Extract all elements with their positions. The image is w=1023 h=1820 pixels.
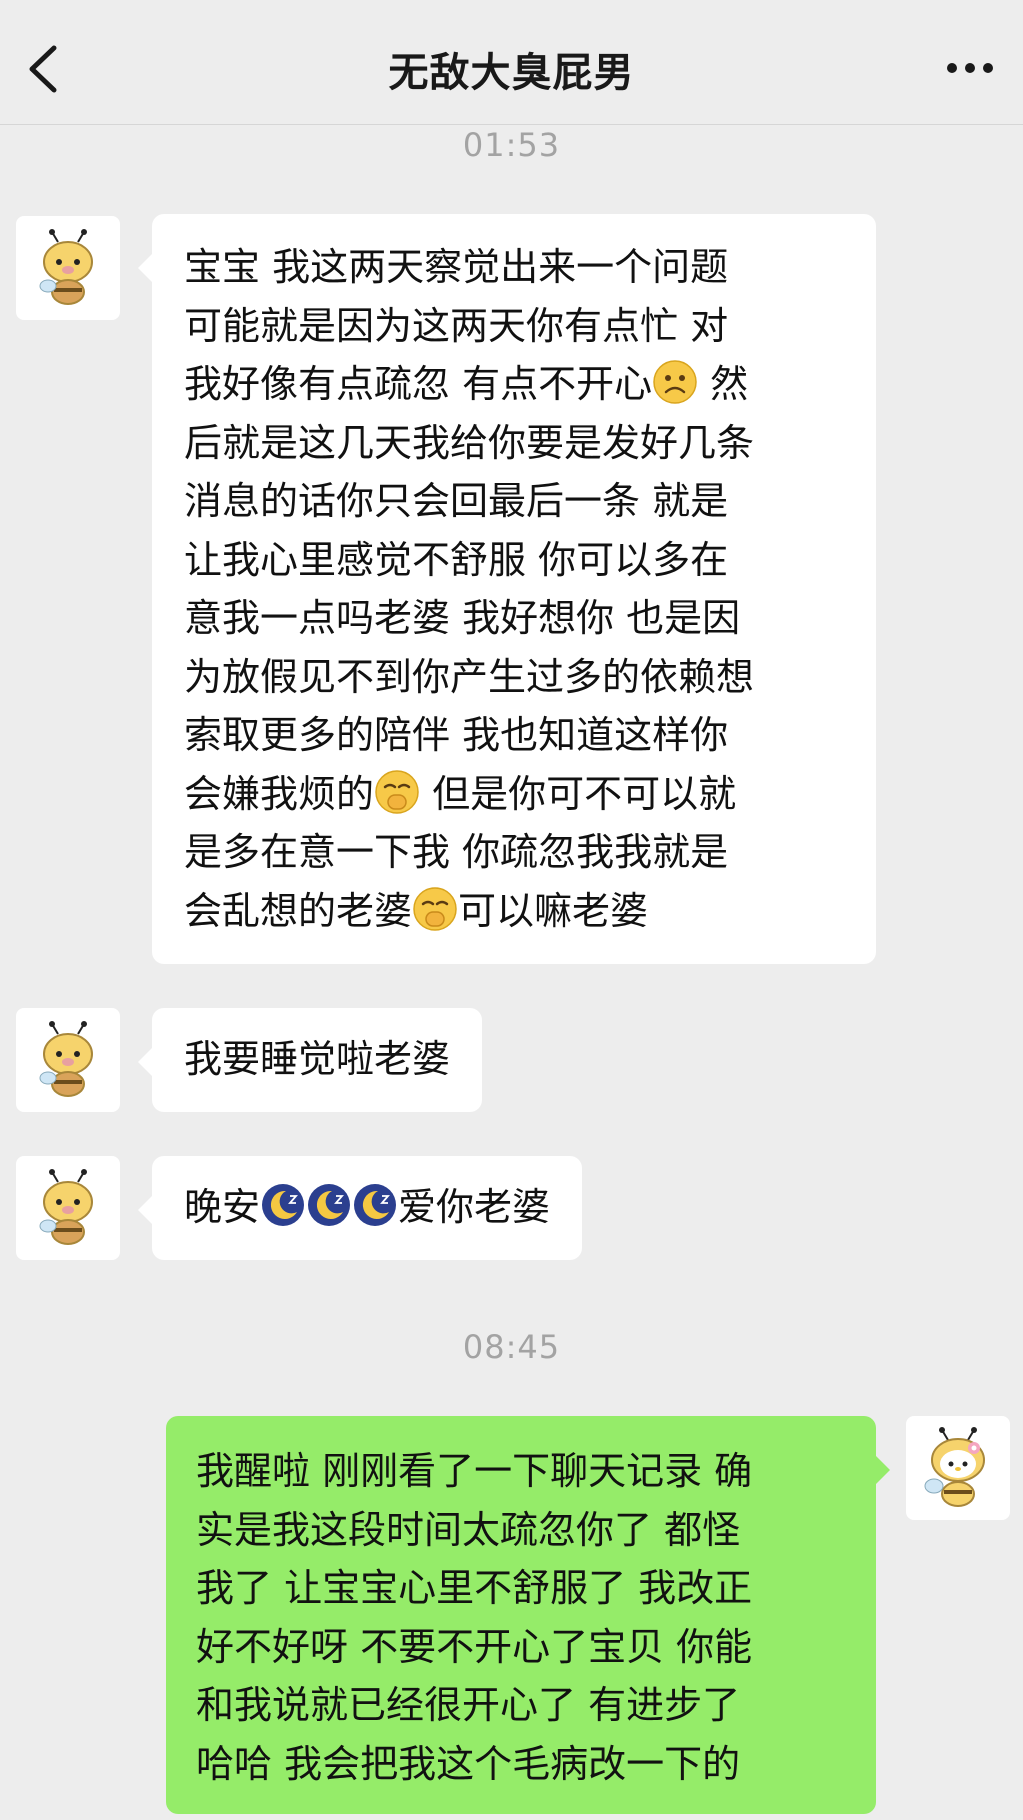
contact-avatar[interactable] <box>16 1008 120 1112</box>
moon-sleep-icon <box>306 1182 352 1228</box>
moon-sleep-icon <box>352 1182 398 1228</box>
message-line: 意我一点吗老婆 我好想你 也是因 <box>184 596 741 640</box>
frowning-face-icon <box>652 359 698 405</box>
self-avatar[interactable] <box>906 1416 1010 1520</box>
message-line: 让我心里感觉不舒服 你可以多在 <box>184 537 729 582</box>
message-line: 我了 让宝宝心里不舒服了 我改正 <box>196 1566 753 1610</box>
message-line: 是多在意一下我 你疏忽我我就是 <box>184 830 729 874</box>
more-dots-icon[interactable] <box>945 60 995 76</box>
message-line: 消息的话你只会回最后一条 就是 <box>184 479 729 523</box>
chat-title: 无敌大臭屁男 <box>388 50 635 96</box>
pleading-face-icon <box>412 886 458 932</box>
message-line: 和我说就已经很开心了 有进步了 <box>196 1683 741 1727</box>
message-bubble[interactable]: 晚安 爱你老婆 <box>137 1156 583 1260</box>
message-bubble[interactable]: 宝宝 我这两天察觉出来一个问题 可能就是因为这两天你有点忙 对 我好像有点疏忽 … <box>138 214 876 964</box>
message-line: 实是我这段时间太疏忽你了 都怪 <box>196 1507 741 1552</box>
message-line: 好不好呀 不要不开心了宝贝 你能 <box>196 1624 753 1669</box>
contact-avatar[interactable] <box>16 1156 120 1260</box>
hello-kitty-bee-avatar-icon <box>924 1427 985 1507</box>
message-line: 后就是这几天我给你要是发好几条 <box>184 420 755 465</box>
bee-avatar-icon <box>39 1169 93 1245</box>
timestamp: 01:53 <box>462 126 561 164</box>
message-line: 索取更多的陪伴 我也知道这样你 <box>184 713 729 757</box>
message-bubble[interactable]: 我要睡觉啦老婆 <box>137 1008 483 1112</box>
message-line: 哈哈 我会把我这个毛病改一下的 <box>196 1741 741 1786</box>
message-bubble-self[interactable]: 我醒啦 刚刚看了一下聊天记录 确 实是我这段时间太疏忽你了 都怪 我了 让宝宝心… <box>166 1416 890 1814</box>
message-text: 我要睡觉啦老婆 <box>184 1037 451 1081</box>
timestamp: 08:45 <box>462 1328 561 1366</box>
moon-sleep-icon <box>260 1182 306 1228</box>
message-line: 为放假见不到你产生过多的依赖想 <box>184 654 755 699</box>
message-line: 我醒啦 刚刚看了一下聊天记录 确 <box>196 1449 753 1493</box>
message-text: 晚安 爱你老婆 <box>184 1178 550 1237</box>
message-line: 可能就是因为这两天你有点忙 对 <box>184 303 729 348</box>
contact-avatar[interactable] <box>16 216 120 320</box>
bee-avatar-icon <box>39 1021 93 1097</box>
nav-bar: 无敌大臭屁男 <box>0 0 1023 125</box>
message-line: 会乱想的老婆 可以嘛老婆 <box>184 882 848 941</box>
message-line: 我好像有点疏忽 有点不开心 然 <box>184 355 848 414</box>
message-line: 会嫌我烦的 但是你可不可以就 <box>184 765 848 824</box>
pleading-face-icon <box>374 769 420 815</box>
message-line: 宝宝 我这两天察觉出来一个问题 <box>184 245 729 289</box>
bee-avatar-icon <box>39 229 93 305</box>
